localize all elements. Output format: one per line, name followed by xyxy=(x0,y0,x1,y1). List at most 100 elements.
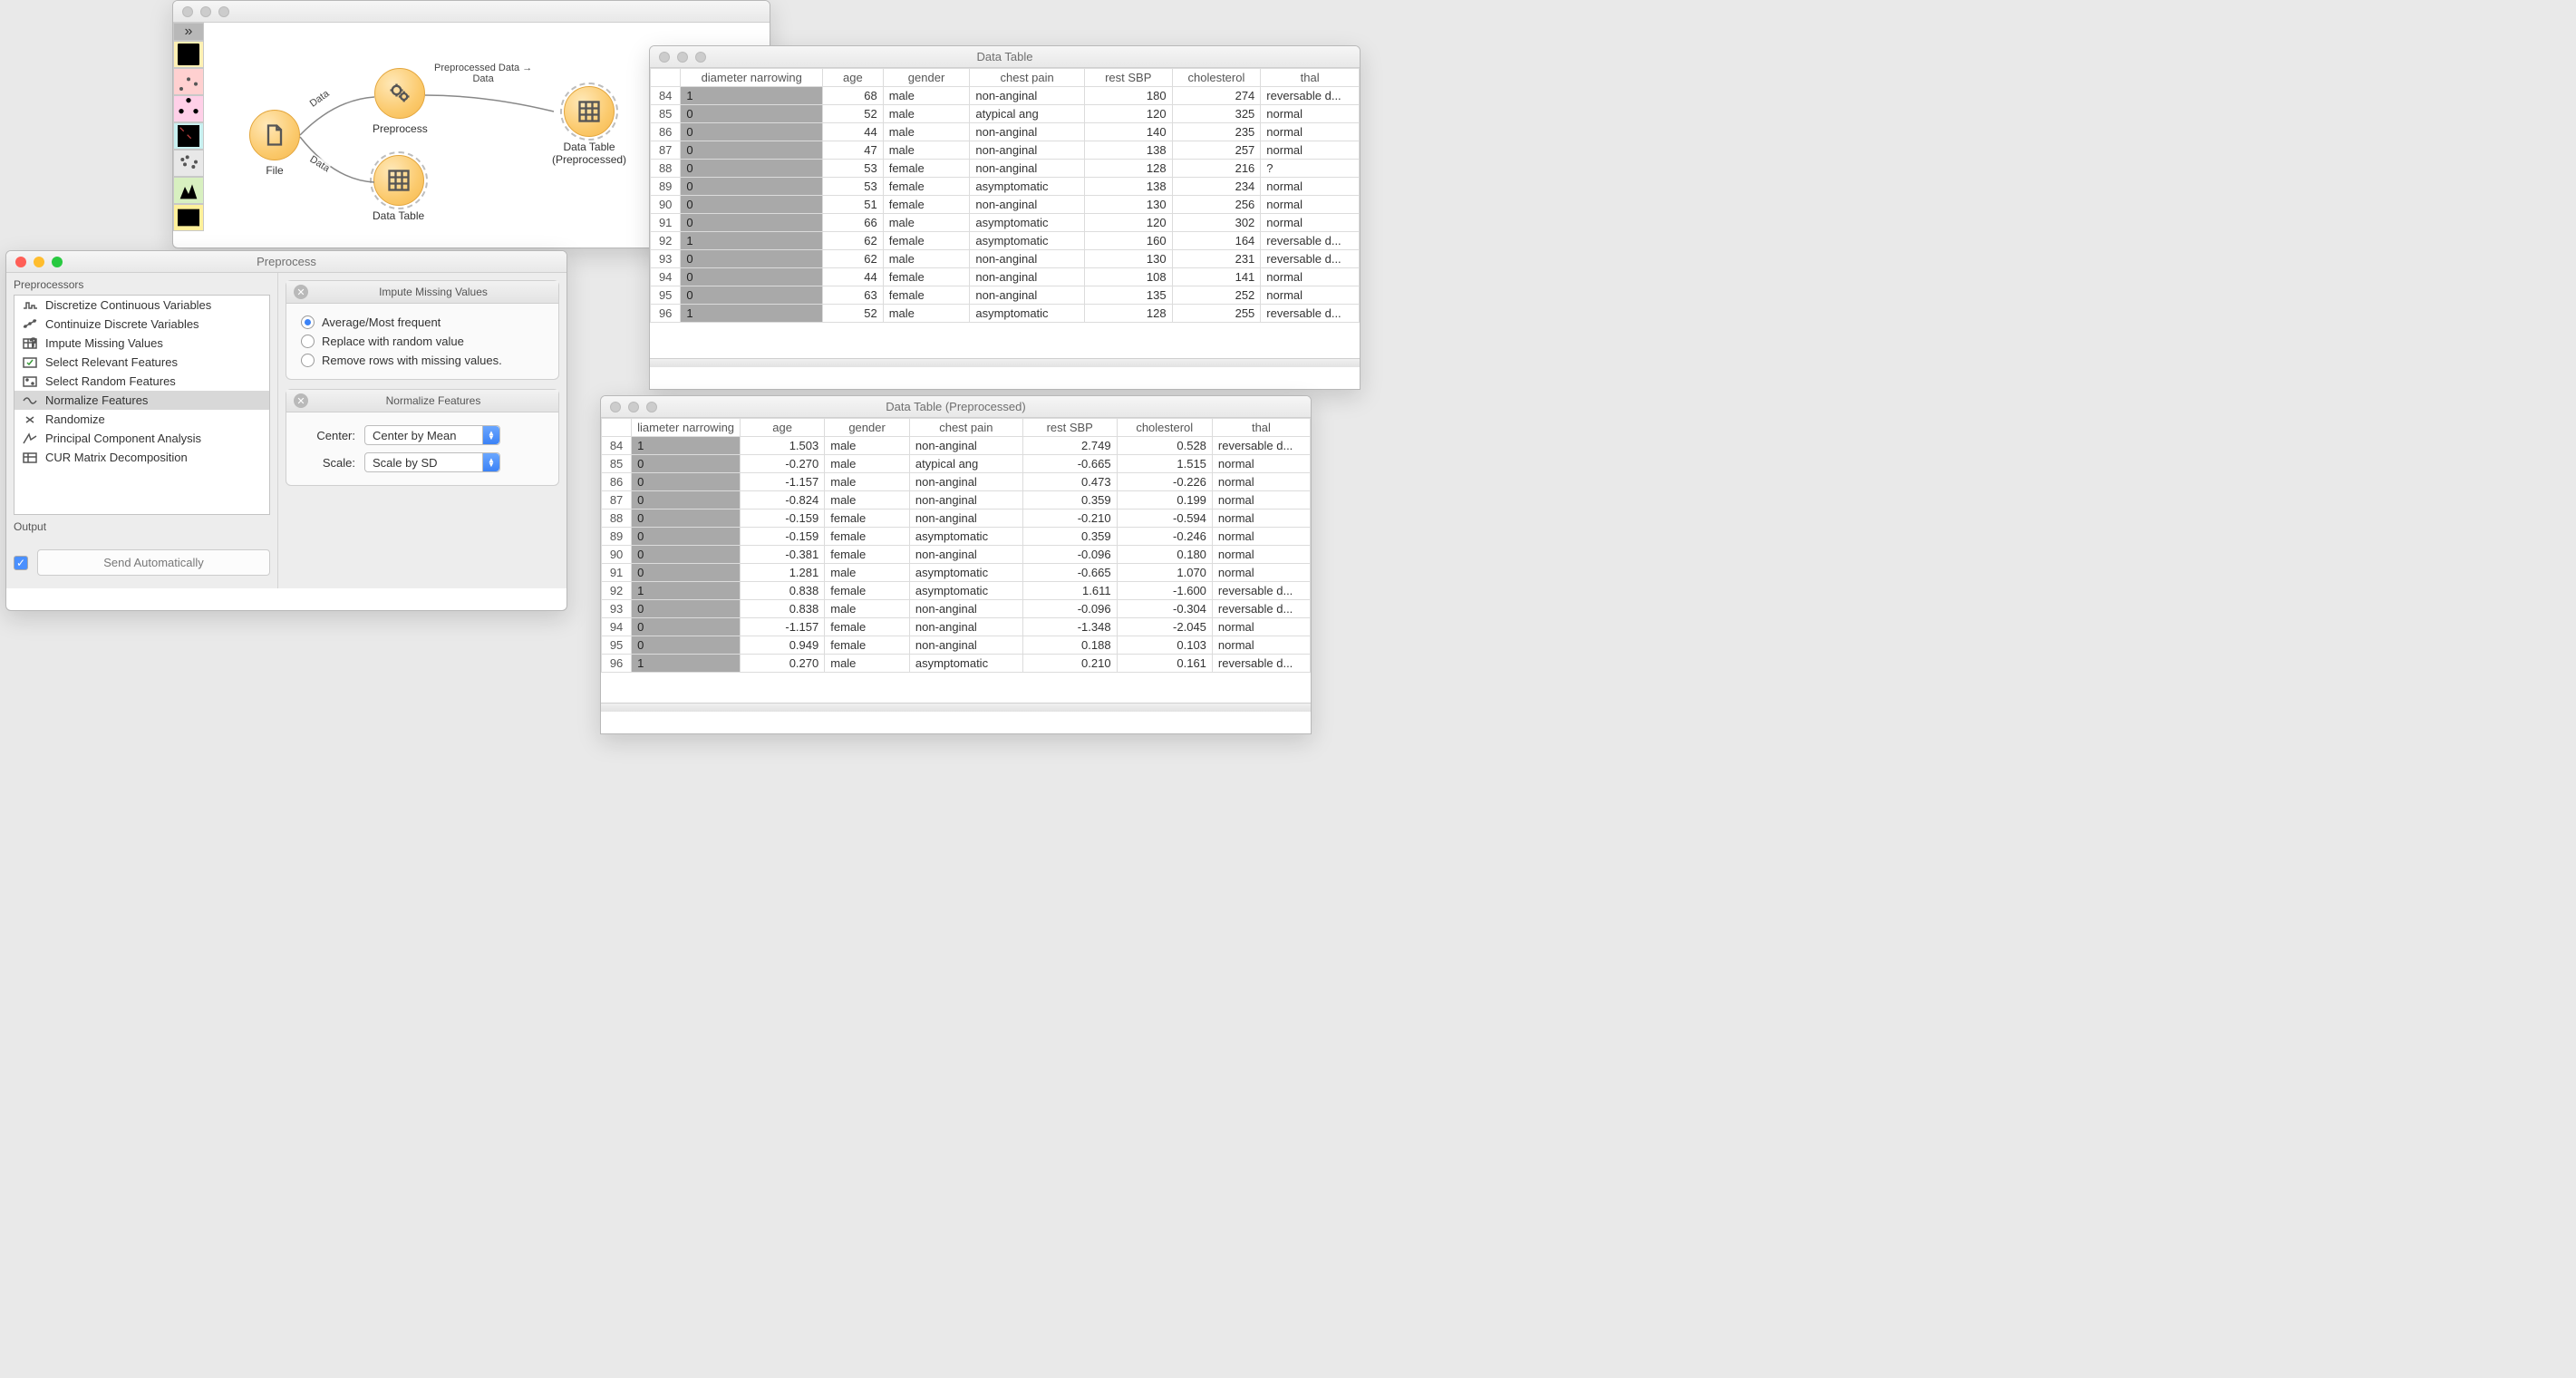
node-preprocess[interactable]: Preprocess xyxy=(373,68,428,135)
node-data-table-preprocessed[interactable]: Data Table (Preprocessed) xyxy=(552,86,626,166)
table-row[interactable]: 870-0.824malenon-anginal0.3590.199normal xyxy=(602,491,1311,509)
table-cell: 252 xyxy=(1172,286,1261,305)
datatable-titlebar[interactable]: Data Table xyxy=(650,46,1360,68)
preprocessor-item[interactable]: CUR Matrix Decomposition xyxy=(15,448,269,467)
table-row[interactable]: 8411.503malenon-anginal2.7490.528reversa… xyxy=(602,437,1311,455)
table-row[interactable]: 9300.838malenon-anginal-0.096-0.304rever… xyxy=(602,600,1311,618)
preprocessor-item[interactable]: Normalize Features xyxy=(15,391,269,410)
sidebar-category-model[interactable] xyxy=(173,95,204,122)
column-header[interactable]: cholesterol xyxy=(1117,419,1212,437)
minimize-icon[interactable] xyxy=(677,52,688,63)
data-table2-grid[interactable]: liameter narrowingagegenderchest painres… xyxy=(601,418,1311,673)
table-cell: 160 xyxy=(1084,232,1172,250)
column-header[interactable]: thal xyxy=(1261,69,1360,87)
column-header[interactable]: chest pain xyxy=(909,419,1022,437)
table-row[interactable]: 9610.270maleasymptomatic0.2100.161revers… xyxy=(602,655,1311,673)
maximize-icon[interactable] xyxy=(218,6,229,17)
preprocessors-list[interactable]: Discretize Continuous VariablesContinuiz… xyxy=(14,295,270,515)
column-header[interactable] xyxy=(651,69,681,87)
table-row[interactable]: 93062malenon-anginal130231reversable d..… xyxy=(651,250,1360,268)
table-row[interactable]: 880-0.159femalenon-anginal-0.210-0.594no… xyxy=(602,509,1311,528)
table-row[interactable]: 900-0.381femalenon-anginal-0.0960.180nor… xyxy=(602,546,1311,564)
node-data-table[interactable]: Data Table xyxy=(373,155,424,222)
table-row[interactable]: 91066maleasymptomatic120302normal xyxy=(651,214,1360,232)
data-table-grid[interactable]: diameter narrowingagegenderchest painres… xyxy=(650,68,1360,323)
preprocessor-item[interactable]: Select Relevant Features xyxy=(15,353,269,372)
node-file[interactable]: File xyxy=(249,110,300,177)
close-icon[interactable] xyxy=(610,402,621,412)
horizontal-scrollbar[interactable] xyxy=(601,703,1311,712)
table-row[interactable]: 88053femalenon-anginal128216? xyxy=(651,160,1360,178)
maximize-icon[interactable] xyxy=(52,257,63,267)
preprocessor-item[interactable]: Select Random Features xyxy=(15,372,269,391)
minimize-icon[interactable] xyxy=(34,257,44,267)
close-icon[interactable] xyxy=(182,6,193,17)
preprocessor-item[interactable]: Principal Component Analysis xyxy=(15,429,269,448)
minimize-icon[interactable] xyxy=(628,402,639,412)
sidebar-expand-button[interactable]: » xyxy=(173,23,204,41)
table-row[interactable]: 890-0.159femaleasymptomatic0.359-0.246no… xyxy=(602,528,1311,546)
table-row[interactable]: 85052maleatypical ang120325normal xyxy=(651,105,1360,123)
column-header[interactable]: chest pain xyxy=(970,69,1085,87)
column-header[interactable]: rest SBP xyxy=(1022,419,1117,437)
table-row[interactable]: 84168malenon-anginal180274reversable d..… xyxy=(651,87,1360,105)
panel-remove-button[interactable]: ✕ xyxy=(294,285,308,299)
sidebar-category-image[interactable] xyxy=(173,204,204,231)
table-row[interactable]: 86044malenon-anginal140235normal xyxy=(651,123,1360,141)
table-row[interactable]: 9500.949femalenon-anginal0.1880.103norma… xyxy=(602,636,1311,655)
preprocessor-item[interactable]: Discretize Continuous Variables xyxy=(15,296,269,315)
table-row[interactable]: 94044femalenon-anginal108141normal xyxy=(651,268,1360,286)
maximize-icon[interactable] xyxy=(695,52,706,63)
datatable2-titlebar[interactable]: Data Table (Preprocessed) xyxy=(601,396,1311,418)
table-cell: 89 xyxy=(602,528,632,546)
table-row[interactable]: 90051femalenon-anginal130256normal xyxy=(651,196,1360,214)
sidebar-category-evaluate[interactable] xyxy=(173,122,204,150)
table-row[interactable]: 96152maleasymptomatic128255reversable d.… xyxy=(651,305,1360,323)
column-header[interactable]: gender xyxy=(825,419,910,437)
table-row[interactable]: 860-1.157malenon-anginal0.473-0.226norma… xyxy=(602,473,1311,491)
column-header[interactable]: liameter narrowing xyxy=(632,419,741,437)
table-row[interactable]: 9101.281maleasymptomatic-0.6651.070norma… xyxy=(602,564,1311,582)
sidebar-category-addon1[interactable] xyxy=(173,177,204,204)
table-row[interactable]: 89053femaleasymptomatic138234normal xyxy=(651,178,1360,196)
sidebar-category-visualize[interactable] xyxy=(173,68,204,95)
close-icon[interactable] xyxy=(15,257,26,267)
horizontal-scrollbar[interactable] xyxy=(650,358,1360,367)
table-row[interactable]: 87047malenon-anginal138257normal xyxy=(651,141,1360,160)
column-header[interactable]: rest SBP xyxy=(1084,69,1172,87)
preprocessor-item[interactable]: ?Impute Missing Values xyxy=(15,334,269,353)
table-row[interactable]: 940-1.157femalenon-anginal-1.348-2.045no… xyxy=(602,618,1311,636)
column-header[interactable]: thal xyxy=(1212,419,1310,437)
sidebar-category-unsupervised[interactable] xyxy=(173,150,204,177)
preprocessor-item[interactable]: Randomize xyxy=(15,410,269,429)
column-header[interactable]: age xyxy=(823,69,884,87)
table-cell: 87 xyxy=(602,491,632,509)
table-row[interactable]: 850-0.270maleatypical ang-0.6651.515norm… xyxy=(602,455,1311,473)
sidebar-category-data[interactable] xyxy=(173,41,204,68)
column-header[interactable]: diameter narrowing xyxy=(681,69,823,87)
maximize-icon[interactable] xyxy=(646,402,657,412)
close-icon[interactable] xyxy=(659,52,670,63)
impute-radio[interactable] xyxy=(301,354,315,367)
center-select[interactable]: Center by Mean▲▼ xyxy=(364,425,500,445)
scale-select[interactable]: Scale by SD▲▼ xyxy=(364,452,500,472)
impute-radio[interactable] xyxy=(301,335,315,348)
table-row[interactable]: 92162femaleasymptomatic160164reversable … xyxy=(651,232,1360,250)
panel-remove-button[interactable]: ✕ xyxy=(294,393,308,408)
preprocess-titlebar[interactable]: Preprocess xyxy=(6,251,567,273)
column-header[interactable]: gender xyxy=(883,69,970,87)
preprocessor-item[interactable]: Continuize Discrete Variables xyxy=(15,315,269,334)
table-row[interactable]: 9210.838femaleasymptomatic1.611-1.600rev… xyxy=(602,582,1311,600)
column-header[interactable]: cholesterol xyxy=(1172,69,1261,87)
send-auto-checkbox[interactable] xyxy=(14,556,28,570)
impute-radio[interactable] xyxy=(301,315,315,329)
send-auto-button[interactable]: Send Automatically xyxy=(37,549,270,576)
table-cell: -0.270 xyxy=(741,455,825,473)
column-header[interactable] xyxy=(602,419,632,437)
minimize-icon[interactable] xyxy=(200,6,211,17)
column-header[interactable]: age xyxy=(741,419,825,437)
table-row[interactable]: 95063femalenon-anginal135252normal xyxy=(651,286,1360,305)
table-cell: -1.348 xyxy=(1022,618,1117,636)
canvas-titlebar[interactable] xyxy=(173,1,770,23)
table-cell: asymptomatic xyxy=(909,582,1022,600)
